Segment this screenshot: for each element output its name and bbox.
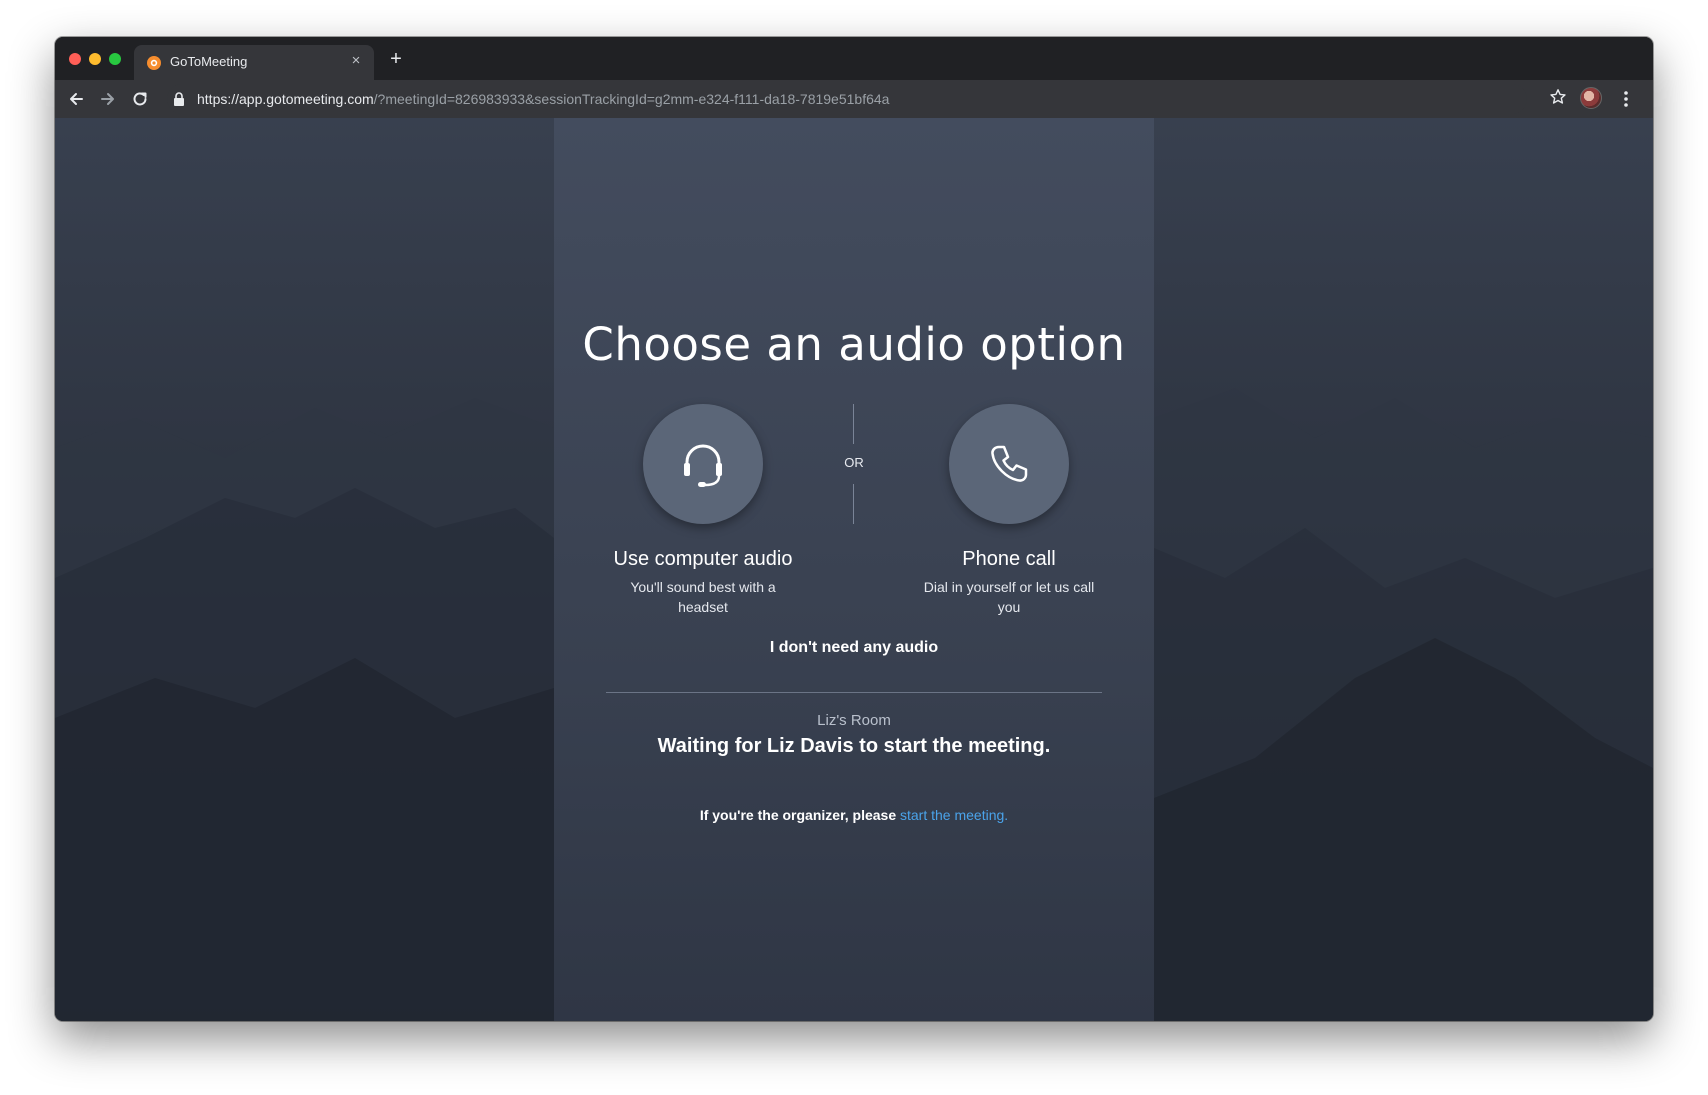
close-window-button[interactable] <box>69 53 81 65</box>
room-name: Liz's Room <box>817 712 891 729</box>
no-audio-link[interactable]: I don't need any audio <box>554 639 1154 657</box>
waiting-message: Waiting for Liz Davis to start the meeti… <box>657 735 1051 757</box>
phone-call-button[interactable] <box>949 404 1069 524</box>
phone-call-description: Dial in yourself or let us call you <box>923 579 1095 615</box>
new-tab-button[interactable]: + <box>385 48 407 70</box>
back-arrow-icon[interactable] <box>65 88 87 110</box>
gotomeeting-favicon-icon <box>146 55 162 71</box>
tab-title: GoToMeeting <box>170 54 248 69</box>
organizer-prefix: If you're the organizer, please <box>699 807 900 823</box>
phone-icon <box>991 445 1028 482</box>
computer-audio-label[interactable]: Use computer audio <box>593 548 813 571</box>
organizer-message: If you're the organizer, please start th… <box>554 807 1154 823</box>
url-host: https://app.gotomeeting.com <box>197 91 374 107</box>
headset-icon <box>684 444 722 487</box>
tab-gotomeeting[interactable]: GoToMeeting × <box>134 45 374 80</box>
url-text: https://app.gotomeeting.com/?meetingId=8… <box>197 91 889 107</box>
page-title: Choose an audio option <box>582 318 1126 371</box>
or-divider-bottom <box>853 484 854 524</box>
more-menu-icon[interactable] <box>1623 89 1629 114</box>
or-label: OR <box>844 455 864 470</box>
forward-arrow-icon[interactable] <box>97 88 119 110</box>
address-bar[interactable]: https://app.gotomeeting.com/?meetingId=8… <box>167 84 1527 114</box>
phone-call-label[interactable]: Phone call <box>899 548 1119 571</box>
start-meeting-link[interactable]: start the meeting. <box>900 807 1008 823</box>
page-content: Choose an audio option OR Use computer a <box>55 118 1653 1021</box>
reload-icon[interactable] <box>129 88 151 110</box>
bookmark-star-icon[interactable] <box>1549 88 1567 111</box>
computer-audio-description: You'll sound best with a headset <box>630 579 776 615</box>
url-path: /?meetingId=826983933&sessionTrackingId=… <box>373 91 890 107</box>
or-divider-top <box>853 404 854 444</box>
tab-strip: GoToMeeting × + <box>55 37 1653 80</box>
browser-toolbar: https://app.gotomeeting.com/?meetingId=8… <box>55 80 1653 118</box>
browser-window: GoToMeeting × + https://app.gotomeeting.… <box>55 37 1653 1021</box>
minimize-window-button[interactable] <box>89 53 101 65</box>
lock-icon <box>173 92 185 111</box>
maximize-window-button[interactable] <box>109 53 121 65</box>
audio-options-panel: Choose an audio option OR Use computer a <box>554 118 1154 1021</box>
profile-avatar[interactable] <box>1580 87 1602 109</box>
computer-audio-button[interactable] <box>643 404 763 524</box>
tab-close-icon[interactable]: × <box>348 53 364 69</box>
section-divider <box>606 692 1102 693</box>
